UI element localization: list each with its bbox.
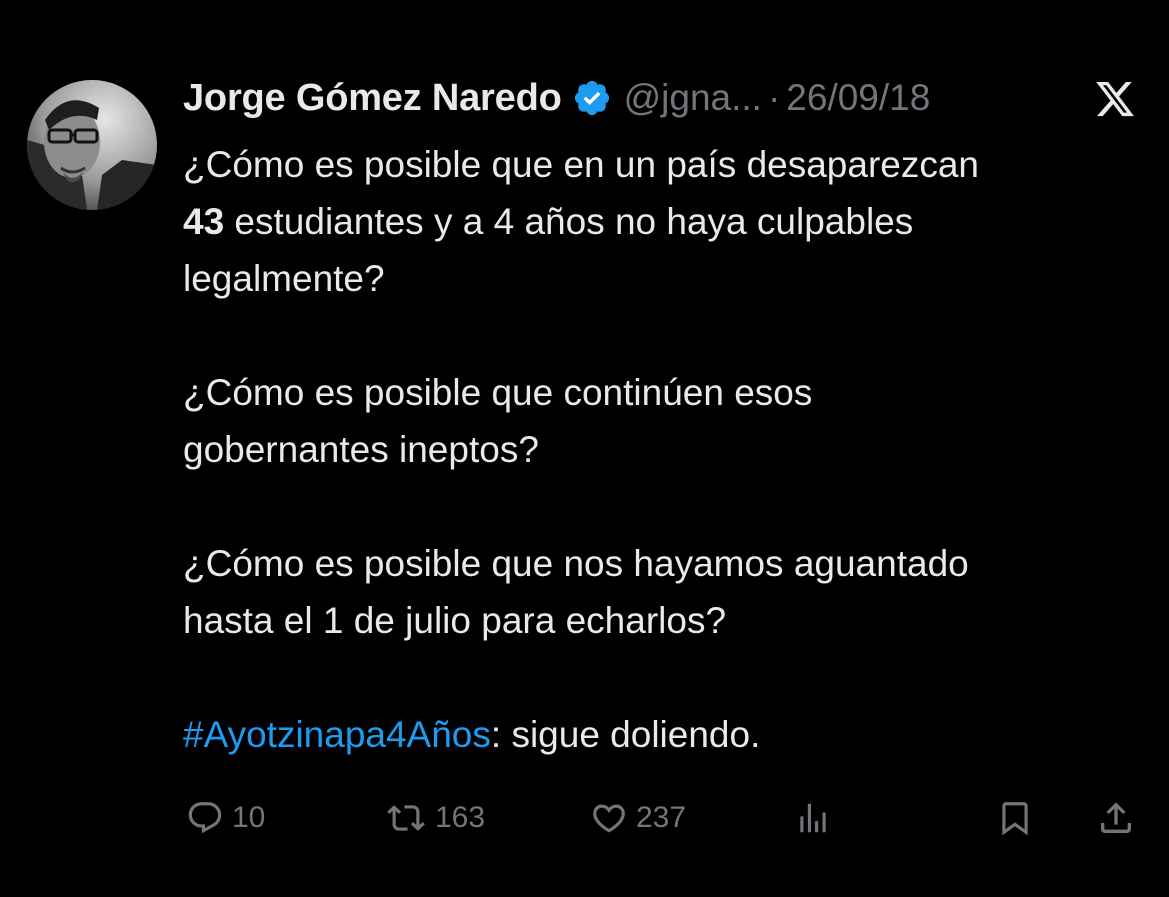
like-count: 237 (636, 801, 687, 834)
tweet-bold-number: 43 (183, 201, 225, 242)
x-logo-icon (1093, 78, 1137, 120)
tweet-line: #Ayotzinapa4Años: sigue doliendo. (183, 706, 1143, 763)
tweet-line: legalmente? (183, 258, 385, 299)
reply-icon (188, 802, 222, 834)
verified-badge-icon (572, 78, 612, 118)
hashtag-link[interactable]: #Ayotzinapa4Años (183, 714, 491, 755)
repost-icon (387, 805, 425, 831)
avatar[interactable] (27, 80, 157, 210)
tweet-date[interactable]: 26/09/18 (786, 77, 930, 119)
separator-dot: · (767, 77, 781, 118)
like-button[interactable]: 237 (590, 790, 686, 846)
share-button[interactable] (1096, 790, 1136, 846)
share-icon (1101, 802, 1131, 833)
author-name[interactable]: Jorge Gómez Naredo (183, 77, 562, 120)
tweet-text: ¿Cómo es posible que en un país desapare… (183, 136, 1143, 763)
reply-button[interactable]: 10 (186, 790, 265, 846)
tweet-header: Jorge Gómez Naredo @jgna... · 26/09/18 (183, 74, 930, 122)
tweet-card: Jorge Gómez Naredo @jgna... · 26/09/18 ¿… (0, 0, 1169, 897)
bookmark-button[interactable] (996, 790, 1034, 846)
action-bar: 10 163 237 (0, 790, 1169, 846)
tweet-line: ¿Cómo es posible que nos hayamos aguanta… (183, 543, 969, 584)
tweet-line-rest: : sigue doliendo. (490, 714, 761, 755)
repost-button[interactable]: 163 (385, 790, 485, 846)
reply-count: 10 (232, 801, 266, 834)
tweet-line: ¿Cómo es posible que en un país desapare… (183, 144, 980, 185)
views-button[interactable] (794, 790, 832, 846)
bookmark-icon (1002, 802, 1028, 836)
like-icon (593, 804, 625, 833)
repost-count: 163 (435, 801, 486, 834)
avatar-image (27, 80, 157, 210)
tweet-line-rest: estudiantes y a 4 años no haya culpables (224, 201, 914, 242)
views-icon (800, 803, 826, 833)
author-handle[interactable]: @jgna... (624, 77, 762, 119)
tweet-line: ¿Cómo es posible que continúen esos (183, 372, 813, 413)
tweet-line: hasta el 1 de julio para echarlos? (183, 600, 727, 641)
tweet-line: gobernantes ineptos? (183, 429, 539, 470)
tweet-line: 43 estudiantes y a 4 años no haya culpab… (183, 193, 1143, 250)
